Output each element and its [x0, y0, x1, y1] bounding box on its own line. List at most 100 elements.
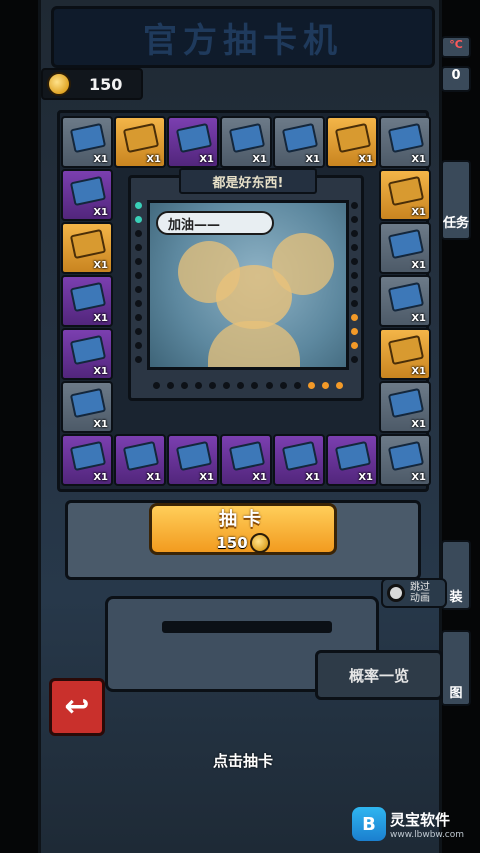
card-quantity: X1 [146, 154, 161, 165]
card-icon [69, 334, 107, 366]
indicator-light [237, 382, 245, 389]
card-icon [387, 387, 425, 419]
indicator-light [134, 356, 142, 363]
back-arrow-icon: ↩ [64, 689, 90, 724]
indicator-light [321, 382, 329, 389]
card-slot-cell: X1 [379, 275, 431, 327]
banner-text: 都是好东西! [179, 168, 317, 194]
right-backdrop [442, 0, 480, 853]
indicator-light [153, 382, 160, 389]
card-quantity: X1 [93, 366, 108, 377]
toggle-circle-icon [387, 584, 405, 602]
card-slot-cell: X1 [379, 328, 431, 380]
indicator-light [335, 382, 343, 389]
card-quantity: X1 [411, 419, 426, 430]
card-icon [122, 122, 160, 154]
indicator-light [134, 230, 142, 237]
card-icon [69, 387, 107, 419]
card-slot-cell: X1 [114, 434, 166, 486]
indicator-light [134, 286, 142, 293]
card-icon [69, 122, 107, 154]
card-icon [281, 440, 319, 472]
indicator-light [223, 382, 231, 389]
task-button[interactable]: 任务 [441, 160, 471, 240]
card-slot-cell: X1 [273, 116, 325, 168]
indicator-light [279, 382, 287, 389]
coin-icon [47, 72, 71, 96]
card-icon [228, 440, 266, 472]
coin-count: 150 [89, 74, 123, 94]
watermark: B 灵宝软件 www.lbwbw.com [352, 804, 476, 844]
indicator-light [134, 216, 142, 223]
card-slot-cell: X1 [379, 169, 431, 221]
card-board: X1 X1 X1 X1 X1 X1 X1 X1 X1 X1 X1 X1 X1 X1 X1 X1 X1 X1 X1 X1… [57, 110, 431, 492]
card-quantity: X1 [93, 313, 108, 324]
card-icon [387, 122, 425, 154]
display-screen: 加油—— [147, 200, 349, 370]
right-lights [349, 202, 359, 368]
card-slot-cell: X1 [114, 116, 166, 168]
card-quantity: X1 [199, 472, 214, 483]
card-slot-cell: X1 [326, 116, 378, 168]
card-quantity: X1 [305, 472, 320, 483]
card-slot-cell: X1 [61, 434, 113, 486]
center-display: 都是好东西! 加油—— [128, 168, 364, 401]
back-button[interactable]: ↩ [49, 678, 105, 736]
indicator-light [350, 314, 358, 321]
card-quantity: X1 [305, 154, 320, 165]
draw-card-button[interactable]: 抽卡 150 [149, 503, 337, 555]
title-panel: 官方抽卡机 [51, 6, 435, 68]
card-slot-cell: X1 [61, 275, 113, 327]
watermark-name: 灵宝软件 [390, 810, 451, 829]
card-icon [387, 334, 425, 366]
indicator-light [307, 382, 315, 389]
card-quantity: X1 [93, 260, 108, 271]
draw-cost-value: 150 [216, 534, 248, 552]
indicator-light [265, 382, 273, 389]
indicator-light [134, 202, 142, 209]
card-icon [387, 228, 425, 260]
counter-readout: 0 [441, 66, 471, 92]
card-icon [334, 122, 372, 154]
card-icon [122, 440, 160, 472]
card-quantity: X1 [411, 154, 426, 165]
indicator-light [350, 244, 358, 251]
indicator-light [134, 300, 142, 307]
card-slot [162, 621, 332, 633]
indicator-light [195, 382, 203, 389]
card-icon [69, 281, 107, 313]
indicator-light [350, 230, 358, 237]
indicator-light [134, 258, 142, 265]
card-quantity: X1 [146, 472, 161, 483]
card-slot-cell: X1 [379, 381, 431, 433]
skip-animation-toggle[interactable]: 跳过动画 [381, 578, 447, 608]
card-slot-cell: X1 [273, 434, 325, 486]
card-quantity: X1 [93, 472, 108, 483]
card-slot-cell: X1 [167, 116, 219, 168]
card-slot-cell: X1 [61, 169, 113, 221]
card-quantity: X1 [411, 207, 426, 218]
draw-cost: 150 [216, 533, 270, 553]
card-quantity: X1 [93, 419, 108, 430]
indicator-light [350, 286, 358, 293]
card-quantity: X1 [411, 260, 426, 271]
tap-to-draw-hint: 点击抽卡 [212, 752, 273, 770]
indicator-light [350, 328, 358, 335]
card-quantity: X1 [93, 154, 108, 165]
indicator-light [350, 216, 358, 223]
skip-animation-label: 跳过动画 [410, 582, 430, 604]
card-icon [175, 440, 213, 472]
watermark-logo-icon: B [352, 807, 386, 841]
card-slot-cell: X1 [379, 434, 431, 486]
gacha-machine: 官方抽卡机 150 X1 X1 X1 X1 X1 X1 X1 X1 X1 X1 X1 X1 X1 X1 X1… [38, 0, 447, 853]
temperature-readout: °C [441, 36, 471, 58]
card-slot-cell: X1 [379, 116, 431, 168]
indicator-light [134, 272, 142, 279]
probability-list-button[interactable]: 概率一览 [315, 650, 443, 700]
card-quantity: X1 [199, 154, 214, 165]
map-button[interactable]: 图 [441, 630, 471, 706]
mascot-head [216, 265, 292, 329]
indicator-light [350, 258, 358, 265]
card-icon [69, 440, 107, 472]
machine-title: 官方抽卡机 [143, 20, 343, 61]
